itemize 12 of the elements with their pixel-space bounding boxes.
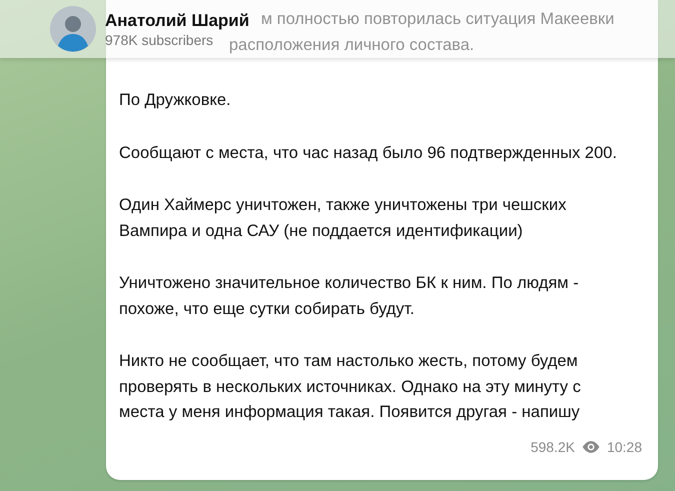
message-text: расположения личного состава.	[229, 34, 474, 56]
message-time: 10:28	[606, 438, 642, 454]
message-text: Сообщают с места, что час назад было 96 подтвержденных 200.	[119, 142, 618, 164]
message-text: Никто не сообщает, что там настолько жесть, потому будем проверять в нескольких источниках. Однако на эту минуту с места у меня информация такая. Появится другая - напишу	[119, 351, 582, 423]
view-count: 598.2K	[530, 438, 575, 454]
message-text: По Дружковке.	[119, 90, 232, 111]
eye-icon	[580, 440, 601, 454]
channel-name[interactable]: Анатолий Шарий	[105, 10, 250, 30]
message-text: Один Хаймерс уничтожен, также уничтожены три чешских Вампира и одна САУ (не поддается идентификации)	[119, 195, 568, 242]
message-text: м полностью повторилась ситуация Макеевки	[261, 9, 614, 30]
avatar-icon[interactable]	[50, 6, 96, 52]
message-text: Уничтожено значительное количество БК к ним. По людям - похоже, что еще сутки собирать будут.	[119, 273, 580, 320]
